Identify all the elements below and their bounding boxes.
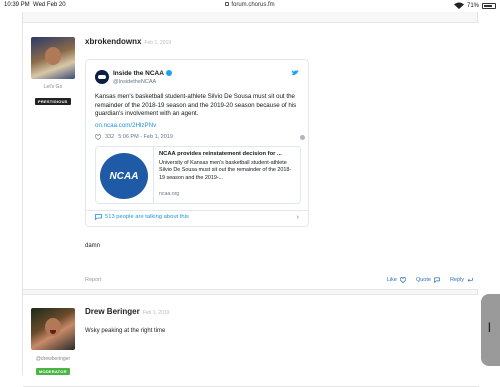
prestigious-badge: PRESTIGIOUS [35,98,71,105]
user-title: @drewberinger [35,356,71,362]
avatar-face [45,47,61,65]
post-body: damn [85,243,101,249]
divider [86,210,308,211]
quote-label: Quote [415,277,431,283]
url-text: forum.chorus.fm [231,2,275,8]
status-indicators: 71% [453,2,496,9]
card-title[interactable]: NCAA provides reinstatement decision for… [159,151,297,157]
heart-icon[interactable] [95,134,101,140]
forum-page: Let's Go PRESTIGIOUS xbrokendownx Feb 1, … [22,12,479,387]
tweet-time[interactable]: 5:06 PM - Feb 1, 2019 [118,134,173,140]
quote-icon [434,277,440,283]
username-text[interactable]: xbrokendownx [85,37,141,46]
quote-button[interactable]: Quote [416,277,440,283]
post-body: Wsky peaking at the right time [85,328,166,334]
report-link[interactable]: Report [85,277,102,283]
status-bar: 10:39 PM Wed Feb 20 forum.chorus.fm 71% [0,0,500,12]
username-text[interactable]: Drew Beringer [85,307,140,316]
handle-grip-icon: | [488,322,491,333]
like-icon [399,277,406,283]
verified-icon [165,70,172,77]
ncaa-logo: NCAA [100,153,148,199]
card-domain: ncaa.org [159,191,180,197]
tweet-author-text[interactable]: Inside the NCAA [113,70,164,77]
avatar[interactable] [31,308,75,350]
post: @drewberinger MODERATOR Drew Beringer Feb… [23,294,479,387]
chevron-right-icon[interactable]: › [297,214,299,221]
moderator-badge: MODERATOR [36,368,70,375]
tweet-likes[interactable]: 332 [105,134,114,140]
comment-icon [95,214,102,220]
tweet-meta-spacer [177,134,305,140]
card-description: University of Kansas men's basketball st… [159,160,292,181]
card-image[interactable]: NCAA [96,147,154,203]
avatar[interactable] [31,37,75,79]
post-actions: Like Quote Reply [387,277,473,283]
tweet-link[interactable]: on.ncaa.com/2HlzPNv [95,122,156,129]
reply-icon [467,277,473,282]
wifi-icon [453,2,464,9]
battery-icon [482,2,496,9]
people-talking-text[interactable]: 513 people are talking about this [105,214,189,220]
tweet-text: Kansas men's basketball student-athlete … [95,93,297,118]
tweet-author-name[interactable]: Inside the NCAA [113,70,172,77]
like-button[interactable]: Like [387,277,406,283]
reply-label: Reply [449,277,464,283]
post-author[interactable]: xbrokendownx Feb 1, 2019 [85,37,171,46]
link-card[interactable]: NCAA NCAA provides reinstatement decisio… [95,146,301,204]
post-date[interactable]: Feb 1, 2019 [143,310,170,316]
info-icon[interactable] [300,134,305,140]
tweet-avatar[interactable] [95,70,109,84]
embedded-tweet[interactable]: Inside the NCAA @InsidetheNCAA Kansas me… [85,59,309,227]
user-title: Let's Go [43,84,63,90]
twitter-bird-icon[interactable] [291,70,299,76]
reply-button[interactable]: Reply [450,277,473,283]
like-label: Like [386,277,397,283]
lock-icon [225,2,230,7]
post-author[interactable]: Drew Beringer Feb 1, 2019 [85,307,169,316]
post-date[interactable]: Feb 1, 2019 [144,40,171,46]
side-panel-handle[interactable]: | [481,294,500,366]
tweet-meta: 332 5:06 PM - Feb 1, 2019 [95,134,305,140]
post: Let's Go PRESTIGIOUS xbrokendownx Feb 1, … [23,22,479,290]
people-talking-link[interactable]: 513 people are talking about this [95,214,189,220]
battery-percent: 71% [466,2,479,9]
address-bar[interactable]: forum.chorus.fm [0,2,500,8]
tweet-handle[interactable]: @InsidetheNCAA [113,79,156,85]
